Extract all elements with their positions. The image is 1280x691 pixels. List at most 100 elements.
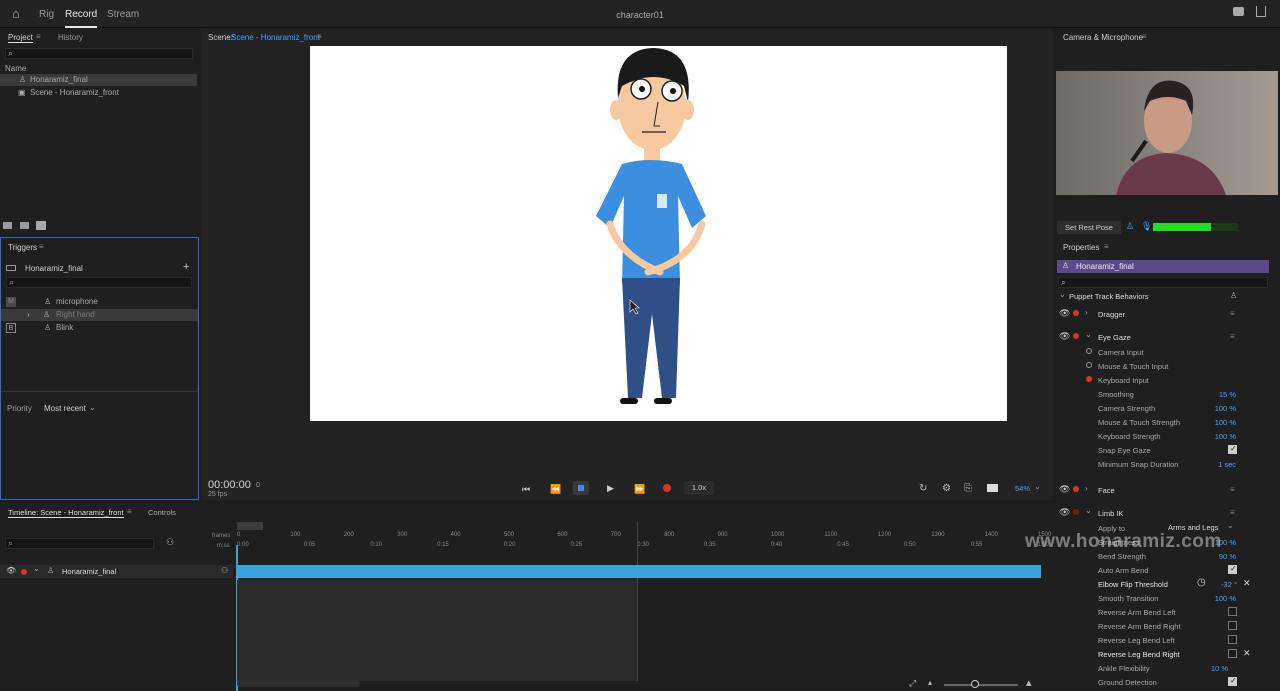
track-bar[interactable]	[237, 565, 1041, 578]
project-item[interactable]: ▣ Scene - Honaramiz_front	[0, 87, 197, 99]
eye-icon[interactable]: 👁	[1059, 308, 1070, 319]
menu-icon[interactable]: ≡	[1142, 32, 1147, 41]
project-search-input[interactable]: ⌕	[5, 48, 193, 59]
onion-skin-icon[interactable]: ⚙	[942, 483, 951, 494]
min-snap-value[interactable]: 1 sec	[1196, 460, 1236, 469]
priority-dropdown[interactable]: Most recent	[44, 404, 86, 413]
input-radio-armed[interactable]	[1086, 376, 1092, 382]
menu-icon[interactable]: ≡	[36, 32, 41, 41]
chevron-right-icon[interactable]: ›	[1085, 308, 1088, 317]
zoom-display[interactable]: 54%	[1015, 484, 1030, 493]
menu-icon[interactable]: ≡	[317, 32, 322, 41]
keyboard-strength-value[interactable]: 100 %	[1196, 432, 1236, 441]
step-back-icon[interactable]: ⏪	[550, 484, 561, 495]
zoom-out-icon[interactable]: ▴	[928, 678, 932, 687]
trigger-row[interactable]: › ♙ Right hand	[1, 309, 198, 321]
tab-controls[interactable]: Controls	[148, 508, 176, 517]
home-icon[interactable]: ⌂	[12, 6, 20, 21]
eye-icon[interactable]: 👁	[1059, 507, 1070, 518]
menu-icon[interactable]: ≡	[1230, 332, 1235, 341]
fit-icon[interactable]: ⤢	[909, 678, 916, 689]
tab-rig[interactable]: Rig	[39, 9, 54, 20]
tab-history[interactable]: History	[58, 33, 83, 42]
chevron-down-icon[interactable]: ⌄	[1227, 521, 1234, 530]
track-filter-icon[interactable]: ⚇	[166, 537, 174, 548]
record-arm-icon[interactable]	[1073, 310, 1079, 316]
menu-icon[interactable]: ≡	[127, 507, 132, 516]
go-to-start-icon[interactable]: ⏮	[522, 484, 530, 495]
zoom-slider-handle[interactable]	[971, 680, 979, 688]
tab-record[interactable]: Record	[65, 9, 98, 28]
reverse-arm-left-checkbox[interactable]	[1228, 607, 1237, 616]
folder-icon[interactable]	[20, 222, 29, 229]
add-behavior-icon[interactable]: ♙	[1230, 291, 1237, 300]
tab-project[interactable]: Project	[8, 33, 33, 43]
menu-icon[interactable]: ≡	[1104, 242, 1109, 251]
menu-icon[interactable]: ≡	[39, 242, 44, 251]
smooth-transition-value[interactable]: 100 %	[1196, 594, 1236, 603]
close-icon[interactable]: ✕	[1243, 648, 1251, 659]
comment-icon[interactable]	[1233, 7, 1244, 16]
record-arm-icon[interactable]	[1073, 509, 1079, 515]
eye-icon[interactable]: 👁	[1059, 331, 1070, 342]
chevron-down-icon[interactable]: ⌄	[1059, 290, 1066, 299]
loop-icon[interactable]: ↻	[919, 483, 927, 494]
character-puppet[interactable]	[310, 46, 1007, 421]
tab-stream[interactable]: Stream	[107, 9, 139, 20]
background-toggle-icon[interactable]	[987, 484, 998, 492]
work-area-bar[interactable]	[237, 522, 263, 530]
add-trigger-button[interactable]: +	[183, 261, 189, 273]
trigger-search-input[interactable]: ⌕	[6, 277, 192, 288]
close-icon[interactable]: ✕	[1243, 578, 1251, 589]
photoshop-icon[interactable]	[36, 221, 46, 230]
camera-toggle-icon[interactable]: ♙	[1126, 221, 1134, 232]
scene-canvas[interactable]	[310, 46, 1007, 421]
behavior-face[interactable]: Face	[1098, 486, 1115, 495]
menu-icon[interactable]: ≡	[1230, 508, 1235, 517]
menu-icon[interactable]: ≡	[1230, 309, 1235, 318]
trigger-row[interactable]: M ♙ microphone	[1, 296, 198, 308]
behavior-limb-ik[interactable]: Limb IK	[1098, 509, 1123, 518]
zoom-slider[interactable]	[944, 684, 1018, 686]
trigger-row[interactable]: B ♙ Blink	[1, 322, 198, 334]
chevron-down-icon[interactable]: ⌄	[89, 403, 96, 412]
reverse-leg-left-checkbox[interactable]	[1228, 635, 1237, 644]
auto-arm-bend-checkbox[interactable]	[1228, 564, 1237, 574]
ankle-flex-value[interactable]: 10 %	[1188, 664, 1228, 673]
chevron-down-icon[interactable]: ⌄	[1085, 506, 1092, 515]
chevron-right-icon[interactable]: ›	[27, 309, 30, 321]
set-rest-pose-button[interactable]: Set Rest Pose	[1057, 221, 1121, 234]
behavior-dragger[interactable]: Dragger	[1098, 310, 1125, 319]
record-arm-icon[interactable]	[1073, 333, 1079, 339]
chevron-right-icon[interactable]: ›	[1085, 484, 1088, 493]
microphone-icon[interactable]: 🎙	[1141, 221, 1152, 232]
ground-detection-checkbox[interactable]	[1228, 676, 1237, 686]
track-options-icon[interactable]: ⚇	[221, 566, 228, 575]
elbow-flip-value[interactable]: -32 °	[1197, 580, 1237, 589]
time-ruler[interactable]: 0:00 0:05 0:10 0:15 0:20 0:25 0:30 0:35 0:40 0:45…	[237, 542, 1049, 552]
new-folder-icon[interactable]	[3, 222, 12, 229]
input-radio[interactable]	[1086, 348, 1092, 354]
timeline-scrollbar[interactable]	[237, 680, 360, 687]
snapshot-icon[interactable]: ⎘	[964, 483, 972, 494]
eye-icon[interactable]: 👁	[1059, 484, 1070, 495]
record-arm-icon[interactable]	[1073, 486, 1079, 492]
frame-ruler[interactable]: 0 100 200 300 400 500 600 700 800 900 1000 1100 1200…	[237, 532, 1051, 542]
project-item[interactable]: ♙ Honaramiz_final	[0, 74, 197, 86]
timeline-search-input[interactable]: ⌕	[5, 538, 154, 549]
snap-eye-gaze-checkbox[interactable]	[1228, 444, 1237, 454]
properties-search-input[interactable]: ⌕	[1058, 277, 1268, 288]
record-arm-icon[interactable]	[21, 569, 27, 575]
reverse-leg-right-checkbox[interactable]	[1228, 649, 1237, 658]
speed-display[interactable]: 1.0x	[684, 481, 714, 495]
share-icon[interactable]	[1256, 6, 1266, 17]
menu-icon[interactable]: ≡	[1230, 485, 1235, 494]
input-radio[interactable]	[1086, 362, 1092, 368]
record-button[interactable]	[663, 484, 671, 492]
smoothing-value[interactable]: 15 %	[1196, 390, 1236, 399]
zoom-in-icon[interactable]: ▴	[1026, 676, 1032, 689]
chevron-down-icon[interactable]: ⌄	[1085, 330, 1092, 339]
reverse-arm-right-checkbox[interactable]	[1228, 621, 1237, 630]
mouse-strength-value[interactable]: 100 %	[1196, 418, 1236, 427]
play-icon[interactable]: ▶	[607, 483, 614, 494]
